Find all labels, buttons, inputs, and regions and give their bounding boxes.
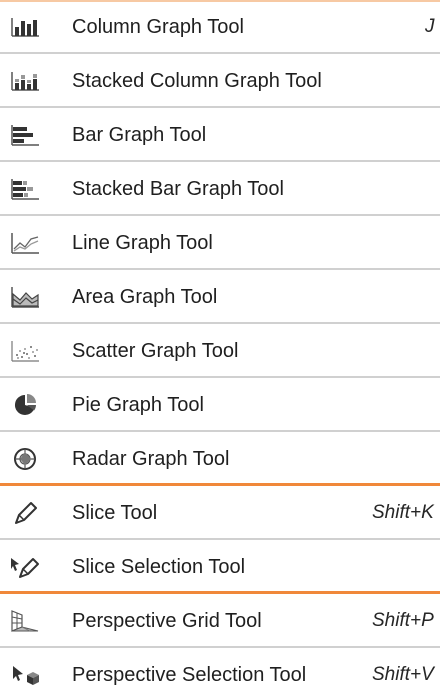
menu-item-shortcut: Shift+V — [372, 664, 434, 685]
perspective-selection-icon — [10, 663, 40, 687]
menu-item-stacked-bar-graph-tool[interactable]: Stacked Bar Graph Tool — [0, 162, 440, 216]
menu-item-slice-tool[interactable]: Slice Tool Shift+K — [0, 486, 440, 540]
menu-item-line-graph-tool[interactable]: Line Graph Tool — [0, 216, 440, 270]
menu-item-label: Slice Selection Tool — [72, 556, 246, 578]
radar-graph-icon — [10, 447, 40, 471]
menu-item-label: Perspective Selection Tool — [72, 664, 307, 686]
menu-item-column-graph-tool[interactable]: Column Graph Tool J — [0, 0, 440, 54]
menu-item-perspective-grid-tool[interactable]: Perspective Grid Tool Shift+P — [0, 594, 440, 648]
menu-item-label: Radar Graph Tool — [72, 448, 230, 470]
stacked-column-graph-icon — [10, 69, 40, 93]
bar-graph-icon — [10, 123, 40, 147]
line-graph-icon — [10, 231, 40, 255]
menu-item-stacked-column-graph-tool[interactable]: Stacked Column Graph Tool — [0, 54, 440, 108]
menu-item-label: Slice Tool — [72, 502, 158, 524]
menu-item-slice-selection-tool[interactable]: Slice Selection Tool — [0, 540, 440, 594]
graph-tools-flyout-menu: Column Graph Tool J Stacked Column Graph… — [0, 0, 440, 688]
menu-item-label: Area Graph Tool — [72, 286, 218, 308]
menu-item-pie-graph-tool[interactable]: Pie Graph Tool — [0, 378, 440, 432]
menu-item-label: Perspective Grid Tool — [72, 610, 262, 632]
slice-icon — [10, 501, 40, 525]
menu-item-shortcut: Shift+K — [372, 502, 434, 523]
menu-item-radar-graph-tool[interactable]: Radar Graph Tool — [0, 432, 440, 486]
menu-item-area-graph-tool[interactable]: Area Graph Tool — [0, 270, 440, 324]
menu-item-shortcut: Shift+P — [372, 610, 434, 631]
slice-selection-icon — [10, 555, 40, 579]
area-graph-icon — [10, 285, 40, 309]
scatter-graph-icon — [10, 339, 40, 363]
menu-item-label: Line Graph Tool — [72, 232, 213, 254]
menu-item-label: Stacked Column Graph Tool — [72, 70, 322, 92]
perspective-grid-icon — [10, 609, 40, 633]
menu-item-label: Pie Graph Tool — [72, 394, 204, 416]
pie-graph-icon — [10, 393, 40, 417]
menu-item-bar-graph-tool[interactable]: Bar Graph Tool — [0, 108, 440, 162]
menu-item-label: Bar Graph Tool — [72, 124, 207, 146]
menu-item-shortcut: J — [425, 16, 435, 37]
menu-item-label: Stacked Bar Graph Tool — [72, 178, 284, 200]
menu-item-label: Scatter Graph Tool — [72, 340, 239, 362]
menu-item-scatter-graph-tool[interactable]: Scatter Graph Tool — [0, 324, 440, 378]
stacked-bar-graph-icon — [10, 177, 40, 201]
menu-item-perspective-selection-tool[interactable]: Perspective Selection Tool Shift+V — [0, 648, 440, 688]
column-graph-icon — [10, 15, 40, 39]
menu-item-label: Column Graph Tool — [72, 16, 244, 38]
